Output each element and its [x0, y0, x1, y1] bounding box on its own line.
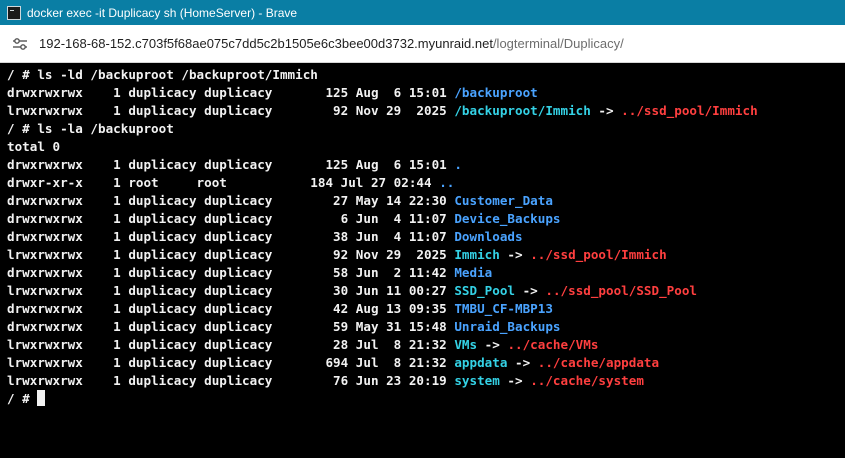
- entry-details: lrwxrwxrwx 1 duplicacy duplicacy 28 Jul …: [7, 337, 455, 352]
- symlink-arrow: ->: [499, 373, 531, 388]
- terminal-line: drwxrwxrwx 1 duplicacy duplicacy 125 Aug…: [7, 156, 462, 174]
- shell-prompt: / #: [7, 391, 38, 406]
- url-path: /logterminal/Duplicacy/: [492, 36, 624, 51]
- directory-name: Downloads: [454, 229, 523, 244]
- symlink-target: ../ssd_pool/Immich: [530, 247, 667, 262]
- entry-details: lrwxrwxrwx 1 duplicacy duplicacy 92 Nov …: [7, 103, 455, 118]
- directory-name: ..: [439, 175, 455, 190]
- terminal-line: lrwxrwxrwx 1 duplicacy duplicacy 76 Jun …: [7, 372, 644, 390]
- symlink-arrow: ->: [507, 355, 538, 370]
- terminal-line: total 0: [7, 138, 60, 156]
- terminal-line: drwxrwxrwx 1 duplicacy duplicacy 59 May …: [7, 318, 561, 336]
- symlink-name: appdata: [454, 355, 508, 370]
- command-text: / # ls -la /backuproot: [7, 121, 174, 136]
- terminal-line: drwxrwxrwx 1 duplicacy duplicacy 6 Jun 4…: [7, 210, 561, 228]
- directory-name: TMBU_CF-MBP13: [454, 301, 553, 316]
- symlink-target: ../ssd_pool/SSD_Pool: [545, 283, 698, 298]
- terminal-line: drwxrwxrwx 1 duplicacy duplicacy 42 Aug …: [7, 300, 553, 318]
- terminal-line: drwxrwxrwx 1 duplicacy duplicacy 38 Jun …: [7, 228, 523, 246]
- terminal-line: drwxrwxrwx 1 duplicacy duplicacy 125 Aug…: [7, 84, 538, 102]
- entry-details: drwxrwxrwx 1 duplicacy duplicacy 6 Jun 4…: [7, 211, 455, 226]
- directory-name: Media: [454, 265, 493, 280]
- symlink-target: ../cache/VMs: [507, 337, 599, 352]
- window-title: docker exec -it Duplicacy sh (HomeServer…: [27, 5, 298, 20]
- directory-name: Device_Backups: [454, 211, 561, 226]
- entry-details: lrwxrwxrwx 1 duplicacy duplicacy 694 Jul…: [7, 355, 455, 370]
- directory-name: /backuproot: [454, 85, 538, 100]
- entry-details: lrwxrwxrwx 1 duplicacy duplicacy 30 Jun …: [7, 283, 455, 298]
- terminal-line: / #: [7, 390, 46, 408]
- entry-details: drwxrwxrwx 1 duplicacy duplicacy 58 Jun …: [7, 265, 455, 280]
- url-host: 192-168-68-152.c703f5f68ae075c7dd5c2b150…: [39, 36, 493, 51]
- terminal-line: / # ls -la /backuproot: [7, 120, 174, 138]
- entry-details: drwxrwxrwx 1 duplicacy duplicacy 59 May …: [7, 319, 455, 334]
- symlink-arrow: ->: [499, 247, 531, 262]
- address-bar[interactable]: 192-168-68-152.c703f5f68ae075c7dd5c2b150…: [0, 25, 845, 63]
- entry-details: lrwxrwxrwx 1 duplicacy duplicacy 76 Jun …: [7, 373, 455, 388]
- symlink-target: ../ssd_pool/Immich: [621, 103, 758, 118]
- directory-name: .: [454, 157, 462, 172]
- command-text: total 0: [7, 139, 61, 154]
- symlink-name: /backuproot/Immich: [454, 103, 591, 118]
- directory-name: Unraid_Backups: [454, 319, 561, 334]
- command-text: / # ls -ld /backuproot /backuproot/Immic…: [7, 67, 318, 82]
- terminal-line: lrwxrwxrwx 1 duplicacy duplicacy 92 Nov …: [7, 102, 758, 120]
- symlink-name: Immich: [454, 247, 500, 262]
- terminal-line: lrwxrwxrwx 1 duplicacy duplicacy 28 Jul …: [7, 336, 598, 354]
- symlink-arrow: ->: [477, 337, 508, 352]
- entry-details: drwxrwxrwx 1 duplicacy duplicacy 125 Aug…: [7, 157, 455, 172]
- site-settings-icon[interactable]: [12, 36, 28, 52]
- entry-details: drwxrwxrwx 1 duplicacy duplicacy 125 Aug…: [7, 85, 455, 100]
- symlink-name: system: [454, 373, 500, 388]
- terminal-app-icon: [7, 5, 21, 20]
- entry-details: lrwxrwxrwx 1 duplicacy duplicacy 92 Nov …: [7, 247, 455, 262]
- window-titlebar[interactable]: docker exec -it Duplicacy sh (HomeServer…: [0, 0, 845, 25]
- entry-details: drwxrwxrwx 1 duplicacy duplicacy 38 Jun …: [7, 229, 455, 244]
- symlink-arrow: ->: [590, 103, 622, 118]
- terminal-line: lrwxrwxrwx 1 duplicacy duplicacy 30 Jun …: [7, 282, 697, 300]
- symlink-name: VMs: [454, 337, 478, 352]
- terminal-output[interactable]: / # ls -ld /backuproot /backuproot/Immic…: [0, 63, 845, 458]
- url-text[interactable]: 192-168-68-152.c703f5f68ae075c7dd5c2b150…: [39, 36, 624, 51]
- terminal-line: lrwxrwxrwx 1 duplicacy duplicacy 694 Jul…: [7, 354, 659, 372]
- entry-details: drwxrwxrwx 1 duplicacy duplicacy 27 May …: [7, 193, 455, 208]
- symlink-name: SSD_Pool: [454, 283, 516, 298]
- symlink-target: ../cache/system: [530, 373, 644, 388]
- directory-name: Customer_Data: [454, 193, 553, 208]
- terminal-line: / # ls -ld /backuproot /backuproot/Immic…: [7, 66, 318, 84]
- terminal-line: drwxrwxrwx 1 duplicacy duplicacy 58 Jun …: [7, 264, 492, 282]
- symlink-arrow: ->: [515, 283, 546, 298]
- text-cursor: [37, 390, 46, 406]
- terminal-line: drwxr-xr-x 1 root root 184 Jul 27 02:44 …: [7, 174, 454, 192]
- entry-details: drwxr-xr-x 1 root root 184 Jul 27 02:44: [7, 175, 440, 190]
- terminal-line: drwxrwxrwx 1 duplicacy duplicacy 27 May …: [7, 192, 553, 210]
- entry-details: drwxrwxrwx 1 duplicacy duplicacy 42 Aug …: [7, 301, 455, 316]
- symlink-target: ../cache/appdata: [537, 355, 660, 370]
- terminal-line: lrwxrwxrwx 1 duplicacy duplicacy 92 Nov …: [7, 246, 667, 264]
